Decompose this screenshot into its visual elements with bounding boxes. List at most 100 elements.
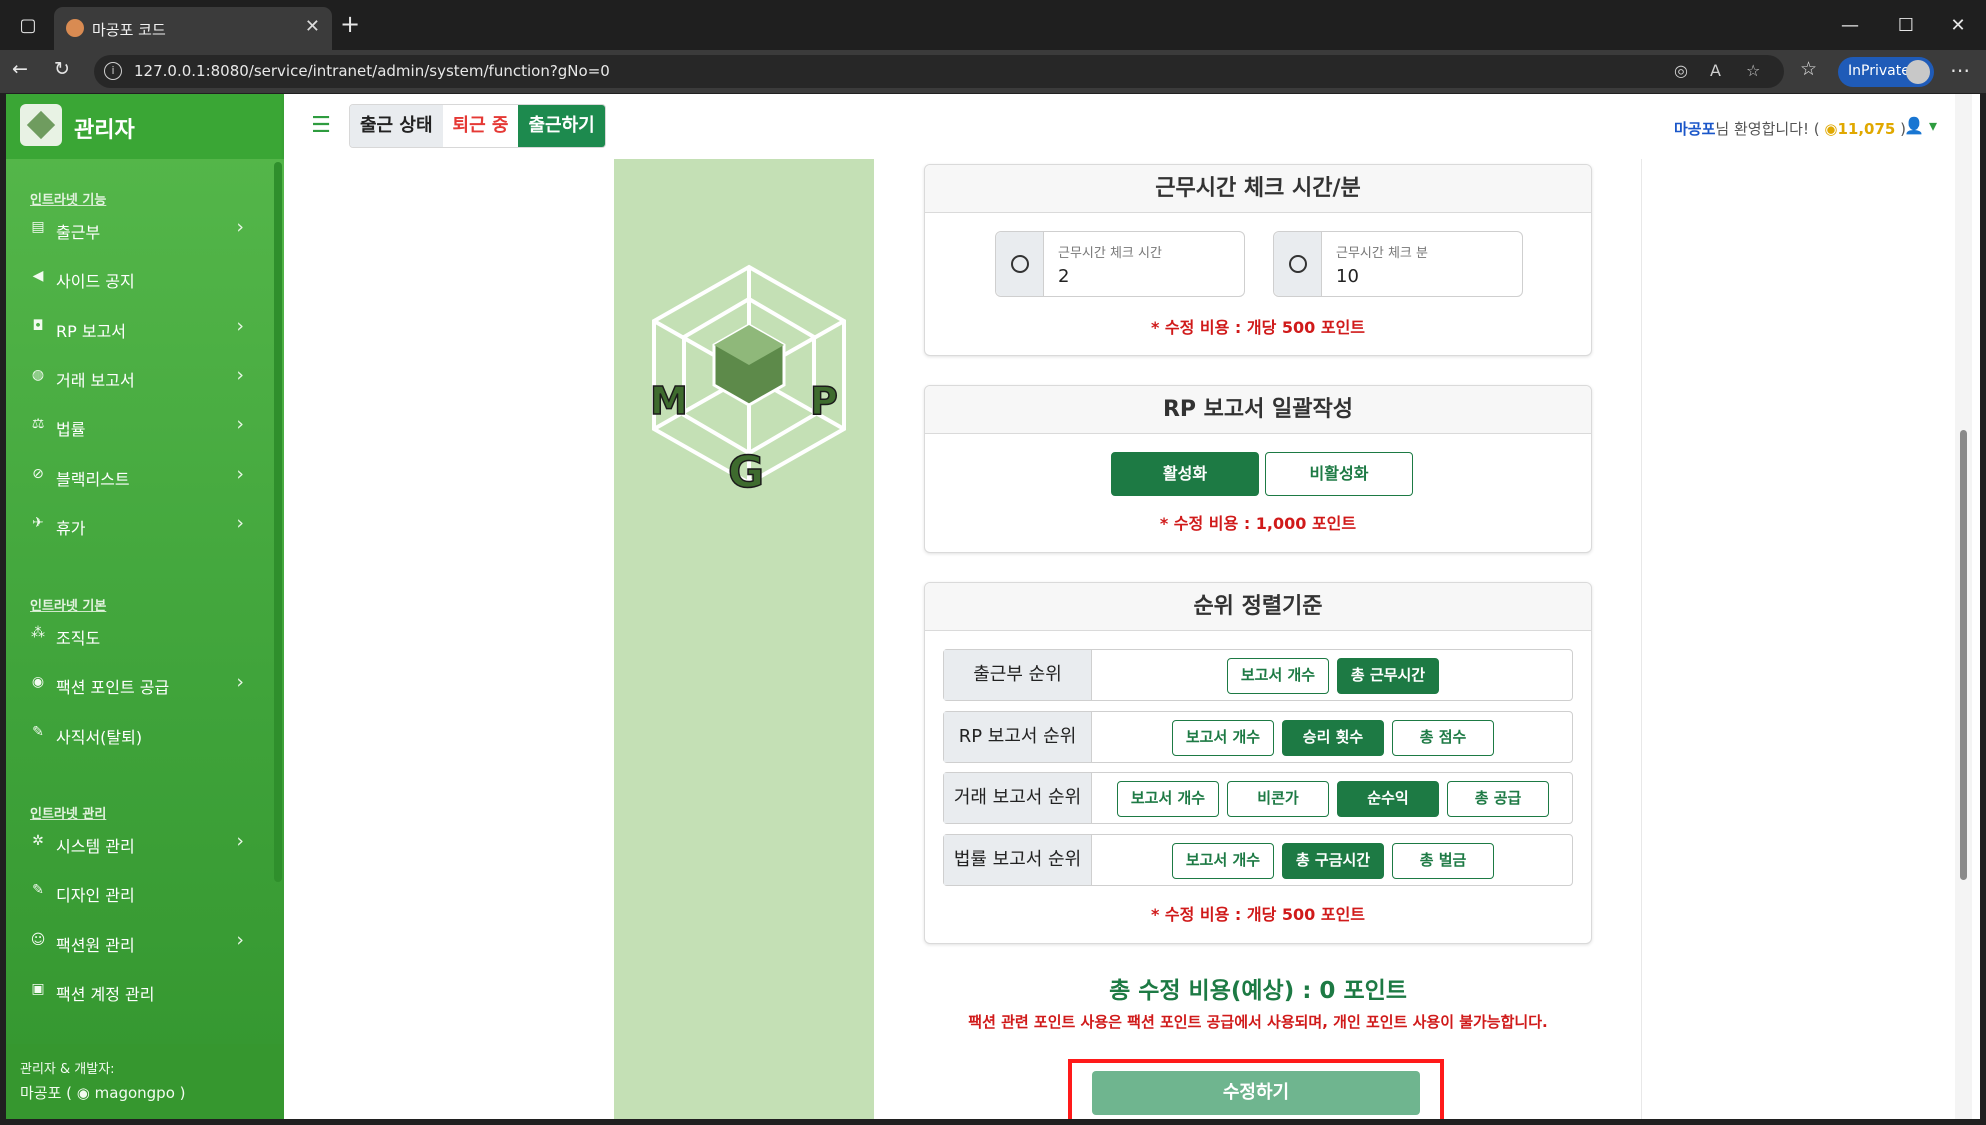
- ranking-option-button[interactable]: 총 구금시간: [1282, 843, 1384, 879]
- reload-icon[interactable]: ↻: [54, 58, 70, 80]
- hour-input[interactable]: 2: [1058, 266, 1069, 287]
- sidebar-item[interactable]: ✎ 사직서(탈퇴): [30, 717, 252, 751]
- hour-label: 근무시간 체크 시간: [1058, 246, 1162, 261]
- chevron-right-icon: ›: [236, 830, 244, 852]
- sidebar-item[interactable]: ☺ 팩션원 관리 ›: [30, 925, 252, 959]
- sidebar-scrollbar[interactable]: [274, 162, 282, 882]
- footer-credit-label: 관리자 & 개발자:: [20, 1062, 115, 1077]
- sidebar-item[interactable]: ✎ 디자인 관리: [30, 875, 252, 909]
- page-scrollbar[interactable]: [1955, 94, 1972, 1119]
- sidebar-item[interactable]: ⁂ 조직도: [30, 618, 252, 652]
- minute-input[interactable]: 10: [1336, 266, 1359, 287]
- ranking-options: 보고서 개수 총 구금시간 총 벌금: [1092, 835, 1574, 885]
- tab-actions-icon[interactable]: ▢: [0, 0, 56, 50]
- sidebar-item-label: 시스템 관리: [56, 837, 135, 856]
- favorite-star-icon[interactable]: ☆: [1746, 61, 1760, 80]
- ranking-option-button[interactable]: 총 점수: [1392, 720, 1494, 756]
- maximize-icon[interactable]: ☐: [1878, 0, 1934, 50]
- url-field[interactable]: i 127.0.0.1:8080/service/intranet/admin/…: [94, 55, 1784, 88]
- address-bar: ← ↻ i 127.0.0.1:8080/service/intranet/ad…: [0, 50, 1986, 93]
- sidebar-item[interactable]: ◘ RP 보고서 ›: [30, 311, 252, 345]
- url-text[interactable]: 127.0.0.1:8080/service/intranet/admin/sy…: [134, 62, 610, 80]
- minute-input-group[interactable]: 근무시간 체크 분 10: [1273, 231, 1523, 297]
- ranking-row-label: 출근부 순위: [944, 650, 1092, 700]
- welcome-text: 님 환영합니다! (: [1715, 120, 1825, 138]
- sidebar-item[interactable]: ⚖ 법률 ›: [30, 409, 252, 443]
- ranking-option-button[interactable]: 비콘가: [1227, 781, 1329, 817]
- rp-bulk-card: RP 보고서 일괄작성 활성화 비활성화 * 수정 비용 : 1,000 포인트: [924, 385, 1592, 553]
- sidebar-item[interactable]: ◀ 사이드 공지: [30, 261, 252, 295]
- brush-icon: ✎: [32, 882, 44, 899]
- inprivate-badge[interactable]: InPrivate: [1838, 57, 1934, 87]
- ranking-option-button[interactable]: 총 공급: [1447, 781, 1549, 817]
- gear-icon: ✲: [32, 833, 44, 849]
- ranking-option-button[interactable]: 보고서 개수: [1172, 720, 1274, 756]
- sidebar-item[interactable]: ▣ 팩션 계정 관리: [30, 974, 252, 1008]
- site-info-icon[interactable]: i: [104, 62, 122, 80]
- logo-letter-g: G: [728, 447, 764, 498]
- ranking-option-button[interactable]: 보고서 개수: [1172, 843, 1274, 879]
- save-button[interactable]: 수정하기: [1092, 1071, 1420, 1115]
- close-window-icon[interactable]: ✕: [1930, 0, 1986, 50]
- sidebar-item[interactable]: ✲ 시스템 관리 ›: [30, 826, 252, 860]
- chevron-right-icon: ›: [236, 462, 244, 485]
- read-aloud-icon[interactable]: A: [1710, 61, 1721, 80]
- sidebar-item[interactable]: ◉ 팩션 포인트 공급 ›: [30, 667, 252, 701]
- plane-icon: ✈: [32, 514, 44, 531]
- close-tab-icon[interactable]: ✕: [305, 16, 320, 37]
- ranking-option-button[interactable]: 보고서 개수: [1117, 781, 1219, 817]
- ranking-row: 거래 보고서 순위 보고서 개수 비콘가 순수익 총 공급: [943, 772, 1573, 824]
- more-menu-icon[interactable]: ⋯: [1950, 58, 1970, 82]
- sidebar-item[interactable]: ▤ 출근부 ›: [30, 212, 252, 246]
- sidebar-item[interactable]: ◍ 거래 보고서 ›: [30, 360, 252, 394]
- ranking-row: 출근부 순위 보고서 개수 총 근무시간: [943, 649, 1573, 701]
- new-tab-icon[interactable]: +: [340, 10, 360, 38]
- scrollbar-thumb[interactable]: [1960, 430, 1967, 880]
- enable-button[interactable]: 활성화: [1111, 452, 1259, 496]
- brand-logo: [20, 104, 62, 146]
- favicon-icon: [66, 19, 84, 37]
- sidebar-item-label: 조직도: [56, 629, 101, 648]
- total-cost: 총 수정 비용(예상) : 0 포인트: [1109, 978, 1407, 1004]
- discord-icon: ◉: [76, 1084, 95, 1102]
- hour-input-group[interactable]: 근무시간 체크 시간 2: [995, 231, 1245, 297]
- ranking-option-button[interactable]: 순수익: [1337, 781, 1439, 817]
- clock-icon: [996, 232, 1044, 296]
- tracking-icon[interactable]: ◎: [1674, 61, 1688, 80]
- main-content: M G P 근무시간 체크 시간/분 근무시간 체크 시간 2 근무시간 체크 …: [284, 159, 1980, 1119]
- rp-bulk-cost: * 수정 비용 : 1,000 포인트: [1159, 514, 1357, 533]
- disable-button[interactable]: 비활성화: [1265, 452, 1413, 496]
- ranking-option-button[interactable]: 총 벌금: [1392, 843, 1494, 879]
- section-basic: 인트라넷 기본: [30, 599, 107, 614]
- favorites-icon[interactable]: ☆: [1800, 58, 1817, 80]
- back-icon[interactable]: ←: [12, 58, 28, 80]
- tab-title: 마공포 코드: [92, 21, 166, 39]
- footer-handle[interactable]: magongpo: [95, 1084, 175, 1102]
- section-features: 인트라넷 기능: [30, 193, 107, 208]
- menu-toggle-icon[interactable]: ☰: [302, 108, 340, 146]
- web-page: 관리자 인트라넷 기능 ▤ 출근부 › ◀ 사이드 공지 ◘ RP 보고서 › ◍ 거래 보고서 ›…: [6, 94, 1980, 1119]
- topbar: ☰ 출근 상태 퇴근 중 출근하기 마공포님 환영합니다! ( ◉11,075 …: [284, 94, 1980, 159]
- minimize-icon[interactable]: —: [1822, 0, 1878, 50]
- sidebar-item-label: 사이드 공지: [56, 272, 135, 292]
- id-card-icon: ▣: [31, 980, 45, 997]
- ranking-option-button[interactable]: 총 근무시간: [1337, 658, 1439, 694]
- ranking-cost: * 수정 비용 : 개당 500 포인트: [1150, 905, 1366, 924]
- book-icon: ▤: [31, 219, 45, 235]
- sidebar-item[interactable]: ⊘ 블랙리스트 ›: [30, 459, 252, 493]
- user-menu-icon[interactable]: 👤 ▾: [1904, 116, 1937, 135]
- points-notice: 팩션 관련 포인트 사용은 팩션 포인트 공급에서 사용되며, 개인 포인트 사…: [968, 1013, 1548, 1031]
- logo-letter-p: P: [810, 379, 838, 423]
- ranking-option-button[interactable]: 보고서 개수: [1227, 658, 1329, 694]
- sidebar-brand[interactable]: 관리자: [6, 94, 284, 159]
- sidebar-item-label: 팩션 포인트 공급: [56, 678, 170, 698]
- section-manage: 인트라넷 관리: [30, 807, 107, 822]
- footer-close: ): [174, 1084, 186, 1102]
- ranking-option-button[interactable]: 승리 횟수: [1282, 720, 1384, 756]
- save-highlight-box: 수정하기: [1068, 1059, 1444, 1119]
- checkin-button[interactable]: 출근하기: [518, 105, 605, 147]
- ranking-options: 보고서 개수 총 근무시간: [1092, 650, 1574, 700]
- work-time-cost: * 수정 비용 : 개당 500 포인트: [1150, 318, 1366, 337]
- sidebar-item[interactable]: ✈ 휴가 ›: [30, 508, 252, 542]
- browser-tab[interactable]: 마공포 코드 ✕: [54, 7, 332, 50]
